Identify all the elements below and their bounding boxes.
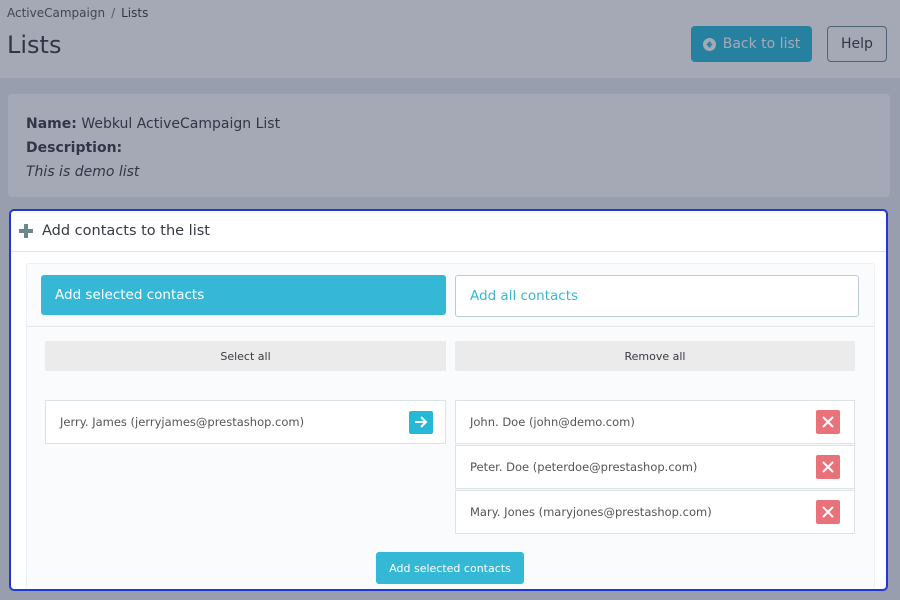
add-selected-contacts-button[interactable]: Add selected contacts [376, 552, 524, 584]
available-contacts-list: Jerry. James (jerryjames@prestashop.com) [45, 400, 446, 445]
contact-label: Mary. Jones (maryjones@prestashop.com) [470, 505, 712, 519]
add-contacts-panel: Add contacts to the list Add selected co… [9, 209, 888, 591]
tab-add-selected-contacts[interactable]: Add selected contacts [41, 275, 446, 315]
contacts-selector: Add selected contacts Add all contacts S… [26, 263, 875, 589]
close-icon[interactable] [816, 500, 840, 524]
tab-add-all-contacts[interactable]: Add all contacts [455, 275, 859, 317]
contact-label: John. Doe (john@demo.com) [470, 415, 635, 429]
remove-all-button[interactable]: Remove all [455, 341, 855, 371]
list-item[interactable]: Peter. Doe (peterdoe@prestashop.com) [455, 445, 855, 489]
plus-icon [19, 224, 33, 238]
select-all-button[interactable]: Select all [45, 341, 446, 371]
divider [27, 326, 874, 327]
selected-contacts-list: John. Doe (john@demo.com) Peter. Doe (pe… [455, 400, 855, 535]
list-item[interactable]: Jerry. James (jerryjames@prestashop.com) [45, 400, 446, 444]
contact-label: Jerry. James (jerryjames@prestashop.com) [60, 415, 305, 429]
contact-label: Peter. Doe (peterdoe@prestashop.com) [470, 460, 698, 474]
arrow-right-icon[interactable] [409, 410, 433, 434]
panel-heading-title: Add contacts to the list [42, 223, 210, 239]
list-item[interactable]: Mary. Jones (maryjones@prestashop.com) [455, 490, 855, 534]
panel-heading: Add contacts to the list [11, 211, 886, 252]
close-icon[interactable] [816, 455, 840, 479]
list-item[interactable]: John. Doe (john@demo.com) [455, 400, 855, 444]
close-icon[interactable] [816, 410, 840, 434]
